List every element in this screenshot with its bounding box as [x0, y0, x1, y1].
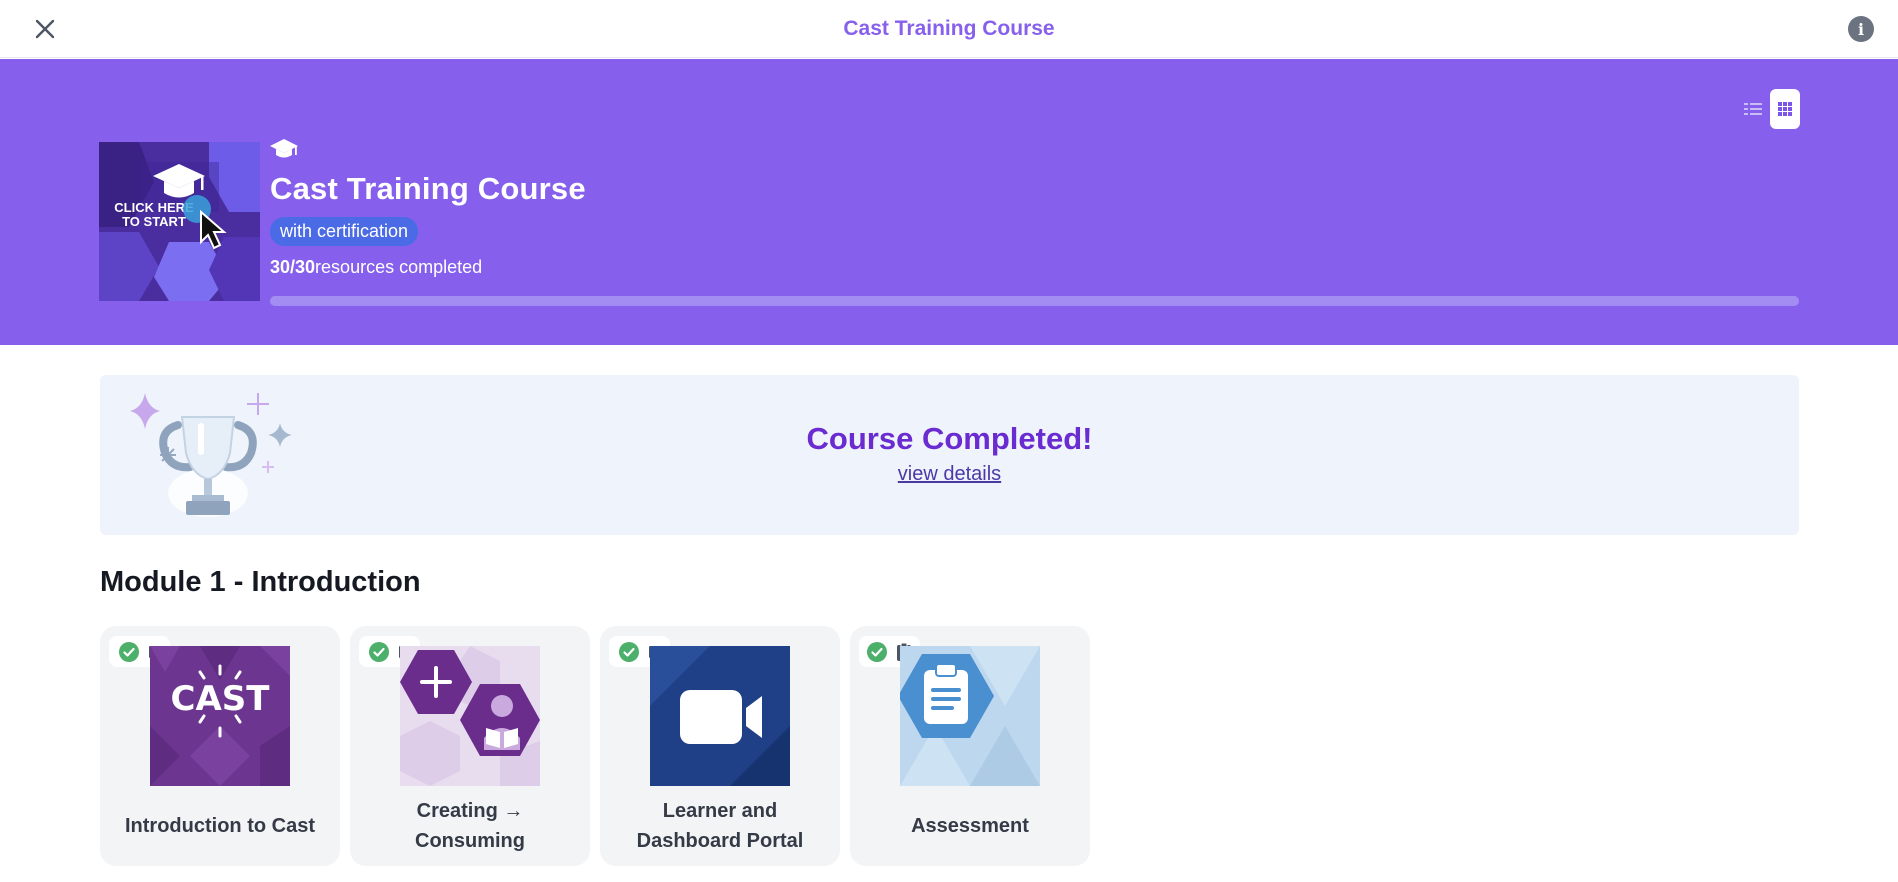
check-circle-icon: [368, 641, 389, 662]
grid-view-icon: [1778, 102, 1792, 116]
thumbnail-line1: CLICK HERE: [114, 200, 194, 215]
module-title: Module 1 - Introduction: [100, 566, 421, 598]
list-view-button[interactable]: [1742, 98, 1764, 120]
resource-card-creating-consuming[interactable]: Creating → Consuming: [350, 626, 590, 866]
card-title: Introduction to Cast: [108, 796, 332, 856]
progress-label: resources completed: [315, 257, 483, 277]
check-circle-icon: [118, 641, 139, 662]
trophy-icon: [130, 393, 292, 517]
info-icon: i: [1857, 19, 1865, 39]
resource-card-learner-dashboard[interactable]: Learner and Dashboard Portal: [600, 626, 840, 866]
course-title: Cast Training Course: [270, 171, 586, 206]
card-title: Creating → Consuming: [358, 796, 582, 856]
progress-summary: 30/30resources completed: [270, 257, 586, 278]
check-circle-icon: [618, 641, 639, 662]
thumbnail-line2: TO START: [122, 214, 186, 229]
graduation-cap-icon: [270, 137, 300, 163]
card-thumbnail: CAST: [150, 646, 290, 786]
card-title-line1: Creating →: [416, 800, 524, 822]
info-button[interactable]: i: [1848, 16, 1874, 42]
card-title-line2: Consuming: [415, 830, 525, 852]
course-thumbnail-art: CLICK HERE TO START: [99, 142, 260, 301]
card-thumbnail: [900, 646, 1040, 786]
course-completed-banner: Course Completed! view details: [100, 375, 1799, 535]
card-title: Learner and Dashboard Portal: [608, 796, 832, 856]
grid-view-button[interactable]: [1770, 89, 1800, 129]
card-thumbnail: [400, 646, 540, 786]
card-title-line1: Assessment: [911, 815, 1029, 837]
progress-count: 30/30: [270, 257, 316, 277]
course-header: Cast Training Course with certification …: [270, 137, 586, 278]
list-view-icon: [1744, 103, 1762, 115]
card-title-line1: Introduction to Cast: [125, 815, 315, 837]
top-bar: Cast Training Course i: [0, 0, 1898, 58]
resource-card-assessment[interactable]: Assessment: [850, 626, 1090, 866]
card-title: Assessment: [858, 796, 1082, 856]
completed-title: Course Completed!: [806, 421, 1093, 456]
progress-bar-fill: [270, 296, 1799, 306]
card-title-line1: Learner and: [662, 800, 778, 822]
cast-logo-text: CAST: [171, 679, 271, 719]
view-details-link[interactable]: view details: [100, 463, 1799, 486]
course-thumbnail[interactable]: CLICK HERE TO START: [99, 142, 260, 301]
progress-bar: [270, 296, 1799, 306]
course-hero: CLICK HERE TO START Cast Training Course…: [0, 59, 1898, 345]
page-title: Cast Training Course: [843, 17, 1055, 40]
check-circle-icon: [867, 641, 888, 662]
view-toggle: [1742, 89, 1800, 129]
certification-badge: with certification: [270, 217, 419, 246]
resource-card-introduction[interactable]: CAST Introduction to Cast: [100, 626, 340, 866]
card-title-line2: Dashboard Portal: [636, 830, 804, 852]
card-thumbnail: [650, 646, 790, 786]
module-cards: CAST Introduction to Cast Creating → Con…: [100, 626, 1090, 866]
